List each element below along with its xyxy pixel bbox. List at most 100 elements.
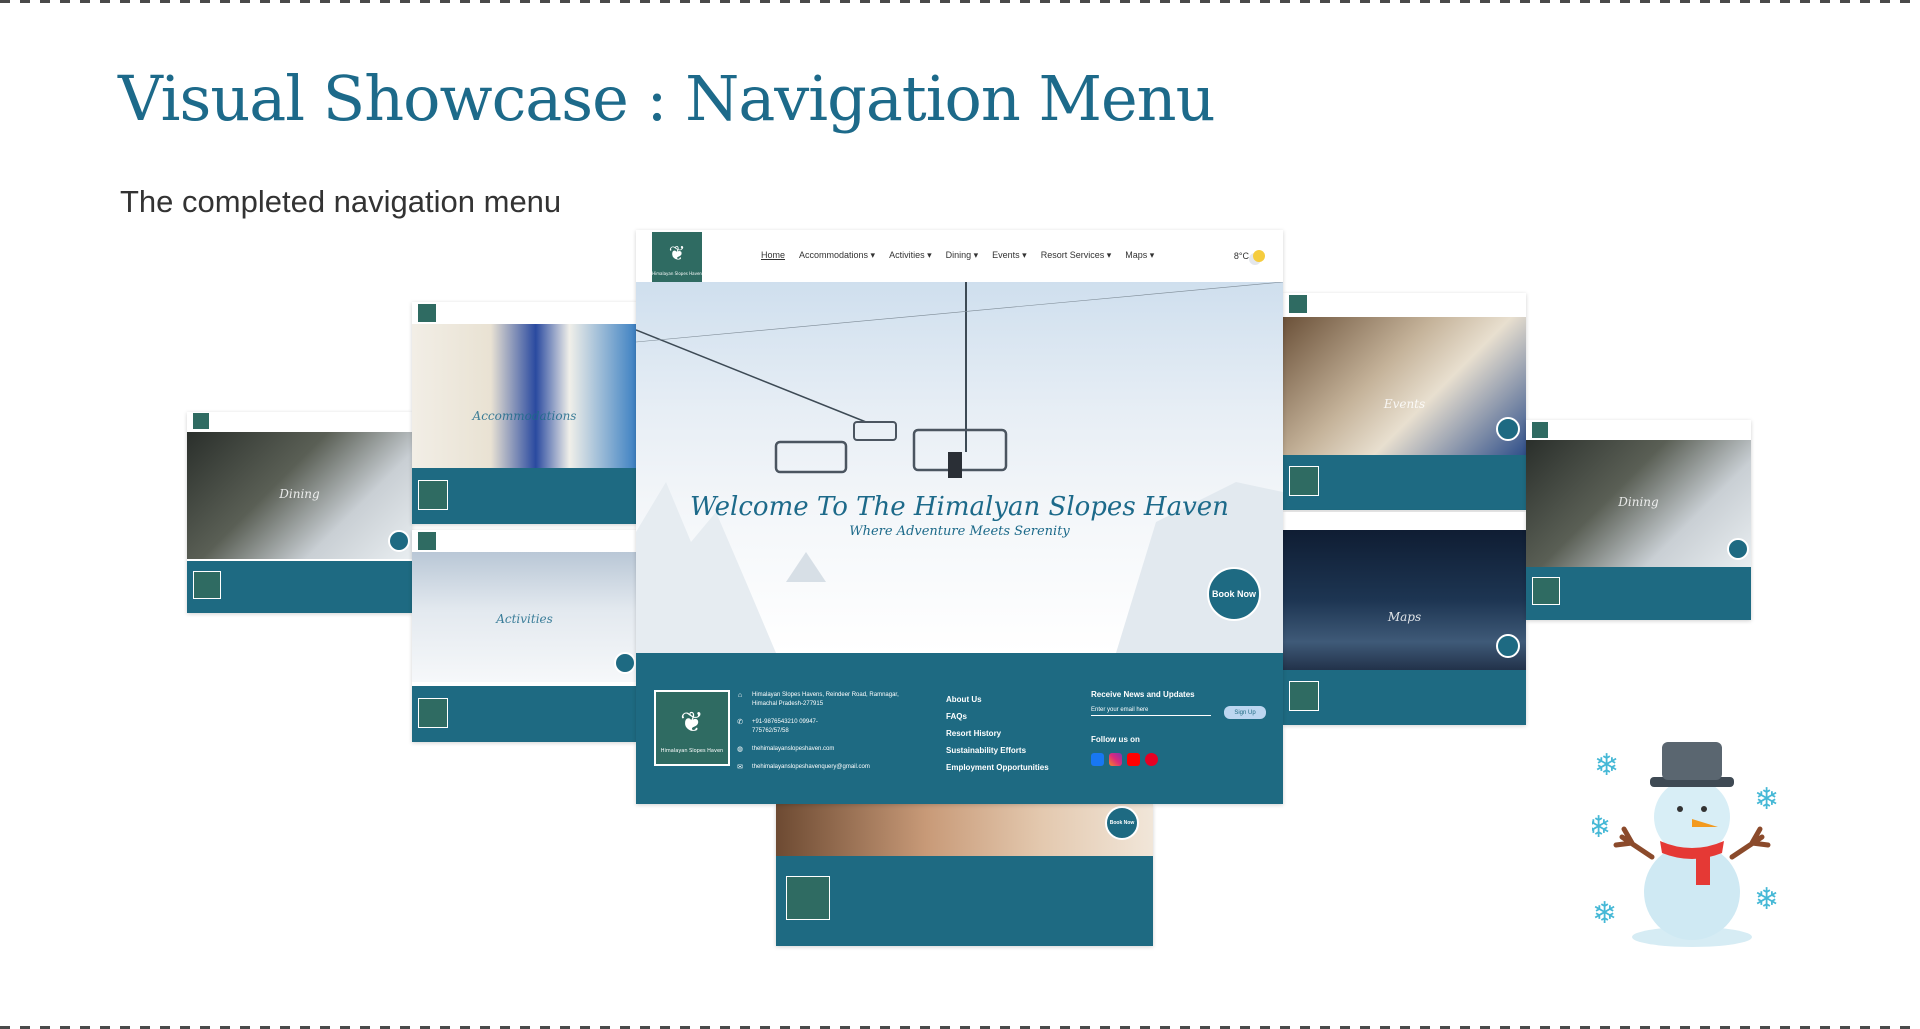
footer-links: About Us FAQs Resort History Sustainabil… (946, 691, 1049, 776)
thumbnail-activities: Activities (412, 530, 637, 742)
mini-hero-activities: Activities (412, 552, 637, 682)
mini-logo (418, 532, 436, 550)
footer-link-about[interactable]: About Us (946, 691, 1049, 708)
sign-up-button[interactable]: Sign Up (1224, 706, 1266, 719)
nav-item-maps[interactable]: Maps ▾ (1125, 250, 1154, 261)
footer-address: Himalayan Slopes Havens, Reindeer Road, … (752, 692, 899, 707)
site-footer: ❦ Himalayan Slopes Haven ⌂ Himalayan Slop… (636, 653, 1283, 804)
footer-link-employment[interactable]: Employment Opportunities (946, 759, 1049, 776)
mini-footer (412, 686, 637, 742)
mini-book-button (1727, 538, 1749, 560)
newsletter-heading: Receive News and Updates (1091, 690, 1195, 699)
lotus-icon: ❦ (680, 705, 704, 739)
weather-widget: 8°C (1234, 250, 1265, 262)
newsletter: Receive News and Updates Enter your emai… (1091, 690, 1266, 766)
nav-item-events[interactable]: Events ▾ (992, 250, 1027, 261)
snowflake-icon: ❄ (1594, 748, 1619, 783)
globe-icon: ◍ (736, 746, 744, 753)
mini-book-button (1496, 634, 1520, 658)
mini-footer (1526, 567, 1751, 620)
snowflake-icon: ❄ (1754, 782, 1779, 817)
logo-text: Himalayan Slopes Haven (652, 271, 702, 276)
mini-footer (1283, 670, 1526, 725)
mini-book-button (1496, 417, 1520, 441)
book-now-button[interactable]: Book Now (1207, 567, 1261, 621)
location-icon: ⌂ (737, 692, 743, 699)
footer-link-faqs[interactable]: FAQs (946, 708, 1049, 725)
mini-hero-accommodations: Accommodations (412, 324, 637, 468)
mini-footer (187, 561, 412, 613)
main-site-screenshot: ❦ Himalayan Slopes Haven Home Accommodat… (636, 230, 1283, 804)
footer-link-sustainability[interactable]: Sustainability Efforts (946, 742, 1049, 759)
mini-book-button (614, 652, 636, 674)
mini-navbar (412, 302, 637, 324)
thumbnail-maps: Maps (1283, 512, 1526, 725)
mini-hero-label: Accommodations (472, 409, 577, 423)
mail-icon: ✉ (737, 764, 743, 771)
mini-logo (193, 413, 209, 429)
youtube-icon[interactable] (1127, 753, 1140, 766)
footer-email[interactable]: thehimalayanslopeshavenquery@gmail.com (752, 763, 870, 772)
mini-footer (1283, 455, 1526, 510)
footer-logo-text: Himalayan Slopes Haven (660, 748, 724, 754)
mini-navbar (1283, 293, 1526, 317)
mini-hero-events: Events (1283, 317, 1526, 455)
site-logo[interactable]: ❦ Himalayan Slopes Haven (652, 232, 702, 282)
lotus-icon: ❦ (668, 241, 686, 265)
mini-footer (776, 856, 1153, 946)
pinterest-icon[interactable] (1145, 753, 1158, 766)
mini-navbar (187, 412, 412, 429)
snowflake-icon: ❄ (1592, 896, 1617, 931)
thumbnail-dining-right: Dining (1526, 420, 1751, 620)
nav-menu: Home Accommodations ▾ Activities ▾ Dinin… (761, 250, 1154, 261)
facebook-icon[interactable] (1091, 753, 1104, 766)
footer-link-history[interactable]: Resort History (946, 725, 1049, 742)
mini-hero-label: Dining (1618, 495, 1659, 509)
mini-logo (418, 304, 436, 322)
thumbnail-events: Events (1283, 293, 1526, 510)
footer-phone: +91-9876543210 09947-775762/57/58 (752, 719, 818, 734)
mini-hero-dining: Dining (1526, 440, 1751, 567)
slide-subtitle: The completed navigation menu (120, 184, 562, 219)
mini-navbar (412, 530, 637, 552)
ski-lift-illustration (636, 282, 1283, 653)
instagram-icon[interactable] (1109, 753, 1122, 766)
hero-title: Welcome To The Himalyan Slopes Haven (690, 492, 1229, 522)
phone-icon: ✆ (737, 719, 743, 726)
mini-logo (1532, 422, 1548, 438)
mini-hero-maps: Maps (1283, 530, 1526, 670)
nav-item-dining[interactable]: Dining ▾ (946, 250, 979, 261)
mini-hero-label: Events (1383, 397, 1426, 411)
mini-book-button: Book Now (1105, 806, 1139, 840)
thumbnail-dining-left: Dining (187, 412, 412, 613)
follow-label: Follow us on (1091, 735, 1140, 744)
mini-navbar (1526, 420, 1751, 440)
mini-logo (1289, 295, 1307, 313)
mini-hero-dining: Dining (187, 432, 412, 559)
mini-footer (412, 468, 637, 524)
footer-website[interactable]: thehimalayanslopeshaven.com (752, 745, 834, 754)
snowflake-icon: ❄ (1592, 810, 1611, 845)
nav-item-home[interactable]: Home (761, 250, 785, 261)
snowman-icon: ❄ ❄ ❄ ❄ ❄ (1592, 742, 1779, 947)
nav-item-accommodations[interactable]: Accommodations ▾ (799, 250, 875, 261)
footer-logo[interactable]: ❦ Himalayan Slopes Haven (654, 690, 730, 766)
snowflake-icon: ❄ (1754, 882, 1779, 917)
weather-temp: 8°C (1233, 251, 1249, 261)
newsletter-email-input[interactable]: Enter your email here (1091, 707, 1211, 716)
partly-sunny-icon (1253, 250, 1265, 262)
hero-subtitle: Where Adventure Meets Serenity (849, 524, 1070, 539)
mini-hero-label: Maps (1387, 610, 1422, 624)
thumbnail-spa-bottom: Book Now (776, 804, 1153, 946)
footer-contacts: ⌂ Himalayan Slopes Havens, Reindeer Road,… (736, 691, 902, 781)
site-navbar: ❦ Himalayan Slopes Haven Home Accommodat… (636, 230, 1283, 282)
mini-book-button (388, 530, 410, 552)
top-dashed-border (0, 0, 1920, 3)
mini-navbar (1283, 512, 1526, 530)
mini-hero-spa: Book Now (776, 804, 1153, 856)
nav-item-resort-services[interactable]: Resort Services ▾ (1041, 250, 1112, 261)
nav-item-activities[interactable]: Activities ▾ (889, 250, 932, 261)
hero-banner: Welcome To The Himalyan Slopes Haven Whe… (636, 282, 1283, 653)
mini-hero-label: Activities (496, 612, 553, 626)
mini-hero-label: Dining (279, 487, 320, 501)
